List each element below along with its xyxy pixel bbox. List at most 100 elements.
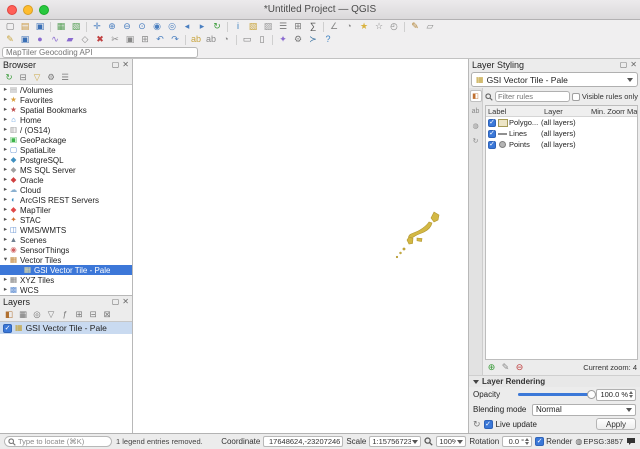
expand-arrow-icon[interactable]: ▸ bbox=[2, 176, 9, 184]
expand-arrow-icon[interactable]: ▸ bbox=[2, 206, 9, 214]
refresh-map-icon[interactable]: ↻ bbox=[210, 21, 224, 33]
filter-legend-icon[interactable]: ▽ bbox=[45, 309, 57, 320]
map-canvas[interactable] bbox=[133, 59, 468, 433]
collapse-all-icon[interactable]: ⊟ bbox=[17, 72, 29, 83]
identify-features-icon[interactable]: i bbox=[231, 21, 245, 33]
expand-arrow-icon[interactable]: ▸ bbox=[2, 196, 9, 204]
collapse-all-layers-icon[interactable]: ⊟ bbox=[87, 309, 99, 320]
cut-features-icon[interactable]: ✂ bbox=[108, 34, 122, 46]
transparency-tab-icon[interactable]: ◍ bbox=[470, 120, 482, 132]
copy-features-icon[interactable]: ▣ bbox=[123, 34, 137, 46]
expand-arrow-icon[interactable]: ▸ bbox=[2, 96, 9, 104]
new-print-layout-icon[interactable]: ▭ bbox=[240, 34, 254, 46]
add-group-icon[interactable]: ▦ bbox=[17, 309, 29, 320]
edit-rule-icon[interactable]: ✎ bbox=[500, 362, 511, 373]
expand-arrow-icon[interactable]: ▸ bbox=[2, 166, 9, 174]
rule-visibility-checkbox[interactable] bbox=[488, 129, 496, 138]
expand-arrow-icon[interactable]: ▾ bbox=[2, 256, 9, 264]
rule-row[interactable]: Points (all layers) bbox=[486, 139, 637, 150]
deselect-features-icon[interactable]: ▨ bbox=[261, 21, 275, 33]
browser-item[interactable]: ▦ GSI Vector Tile - Pale bbox=[0, 265, 132, 275]
spin-up-icon[interactable] bbox=[525, 438, 530, 441]
remove-layer-icon[interactable]: ⊠ bbox=[101, 309, 113, 320]
close-panel-icon[interactable]: ✕ bbox=[630, 61, 637, 69]
new-annotation-icon[interactable]: ✎ bbox=[408, 21, 422, 33]
temporal-controller-icon[interactable]: ◴ bbox=[387, 21, 401, 33]
symbology-tab-icon[interactable]: ◧ bbox=[469, 90, 482, 102]
filter-browser-icon[interactable]: ▽ bbox=[31, 72, 43, 83]
geocoding-input[interactable] bbox=[2, 46, 198, 58]
dock-panel-icon[interactable]: ▢ bbox=[112, 61, 120, 69]
field-calculator-icon[interactable]: ⊞ bbox=[291, 21, 305, 33]
add-point-feature-icon[interactable]: ● bbox=[33, 34, 47, 46]
browser-item[interactable]: ▸ ▤ /Volumes bbox=[0, 85, 132, 95]
render-checkbox[interactable] bbox=[535, 437, 545, 446]
map-tips-icon[interactable]: ◔ bbox=[342, 21, 356, 33]
expand-arrow-icon[interactable]: ▸ bbox=[2, 146, 9, 154]
close-panel-icon[interactable]: ✕ bbox=[122, 61, 129, 69]
browser-item[interactable]: ▸ ★ Favorites bbox=[0, 95, 132, 105]
labeling-icon[interactable]: ab bbox=[189, 34, 203, 46]
layer-rendering-header[interactable]: Layer Rendering bbox=[469, 375, 640, 387]
open-attribute-table-icon[interactable]: ☰ bbox=[276, 21, 290, 33]
new-bookmark-icon[interactable]: ★ bbox=[357, 21, 371, 33]
rules-column-header[interactable]: Max. Z... bbox=[625, 107, 637, 116]
browser-item[interactable]: ▸ ▩ WCS bbox=[0, 285, 132, 295]
remove-rule-icon[interactable]: ⊖ bbox=[514, 362, 525, 373]
expand-arrow-icon[interactable]: ▸ bbox=[2, 126, 9, 134]
layout-manager-icon[interactable]: ▯ bbox=[255, 34, 269, 46]
diagram-options-icon[interactable]: ◔ bbox=[219, 34, 233, 46]
blending-mode-dropdown[interactable]: Normal bbox=[532, 403, 636, 416]
rotation-spinbox[interactable]: 0.0 ° bbox=[502, 436, 533, 447]
rule-visibility-checkbox[interactable] bbox=[488, 140, 496, 149]
live-update-checkbox[interactable] bbox=[483, 419, 493, 429]
spin-down-icon[interactable] bbox=[629, 395, 633, 398]
rule-row[interactable]: Polygo... (all layers) bbox=[486, 117, 637, 128]
browser-item[interactable]: ▸ ☁ Cloud bbox=[0, 185, 132, 195]
browser-item[interactable]: ▸ ◐ ArcGIS REST Servers bbox=[0, 195, 132, 205]
magnifier-dropdown[interactable]: 100% bbox=[436, 436, 467, 447]
expand-arrow-icon[interactable]: ▸ bbox=[2, 136, 9, 144]
styling-layer-selector[interactable]: ▦ GSI Vector Tile - Pale bbox=[471, 72, 638, 87]
dock-panel-icon[interactable]: ▢ bbox=[112, 298, 120, 306]
browser-menu-icon[interactable]: ☰ bbox=[59, 72, 71, 83]
browser-properties-icon[interactable]: ⚙ bbox=[45, 72, 57, 83]
statistical-summary-icon[interactable]: ∑ bbox=[306, 21, 320, 33]
browser-item[interactable]: ▸ ◆ PostgreSQL bbox=[0, 155, 132, 165]
zoom-window-button[interactable] bbox=[39, 4, 49, 15]
refresh-browser-icon[interactable]: ↻ bbox=[3, 72, 15, 83]
scale-dropdown[interactable]: 1:157567232 bbox=[369, 436, 422, 447]
show-bookmarks-icon[interactable]: ☆ bbox=[372, 21, 386, 33]
toggle-editing-icon[interactable]: ✎ bbox=[3, 34, 17, 46]
rule-visibility-checkbox[interactable] bbox=[488, 118, 496, 127]
annotation-toolbar-icon[interactable]: ▱ bbox=[423, 21, 437, 33]
expand-arrow-icon[interactable]: ▸ bbox=[2, 116, 9, 124]
expand-arrow-icon[interactable]: ▸ bbox=[2, 286, 9, 294]
save-edits-icon[interactable]: ▣ bbox=[18, 34, 32, 46]
spin-up-icon[interactable] bbox=[629, 391, 633, 394]
opacity-spinbox[interactable]: 100.0 % bbox=[596, 388, 636, 401]
zoom-last-icon[interactable]: ◂ bbox=[180, 21, 194, 33]
browser-item[interactable]: ▸ ◆ MS SQL Server bbox=[0, 165, 132, 175]
spin-down-icon[interactable] bbox=[525, 442, 530, 445]
open-project-icon[interactable]: ▤ bbox=[18, 21, 32, 33]
expand-arrow-icon[interactable]: ▸ bbox=[2, 106, 9, 114]
expand-arrow-icon[interactable]: ▸ bbox=[2, 226, 9, 234]
browser-item[interactable]: ▸ ⌂ Home bbox=[0, 115, 132, 125]
expand-arrow-icon[interactable]: ▸ bbox=[2, 276, 9, 284]
browser-item[interactable]: ▸ ◆ Oracle bbox=[0, 175, 132, 185]
history-icon[interactable]: ↻ bbox=[473, 419, 481, 429]
visible-rules-only-checkbox[interactable] bbox=[571, 92, 580, 101]
add-rule-icon[interactable]: ⊕ bbox=[486, 362, 497, 373]
messages-icon[interactable] bbox=[626, 437, 636, 446]
manage-map-themes-icon[interactable]: ◎ bbox=[31, 309, 43, 320]
browser-item[interactable]: ▸ ▦ XYZ Tiles bbox=[0, 275, 132, 285]
zoom-out-icon[interactable]: ⊖ bbox=[120, 21, 134, 33]
zoom-next-icon[interactable]: ▸ bbox=[195, 21, 209, 33]
rule-row[interactable]: Lines (all layers) bbox=[486, 128, 637, 139]
expand-arrow-icon[interactable]: ▸ bbox=[2, 216, 9, 224]
vertex-tool-icon[interactable]: ◇ bbox=[78, 34, 92, 46]
zoom-full-icon[interactable]: ⊙ bbox=[135, 21, 149, 33]
python-console-icon[interactable]: ≻ bbox=[306, 34, 320, 46]
browser-item[interactable]: ▸ ◆ MapTiler bbox=[0, 205, 132, 215]
